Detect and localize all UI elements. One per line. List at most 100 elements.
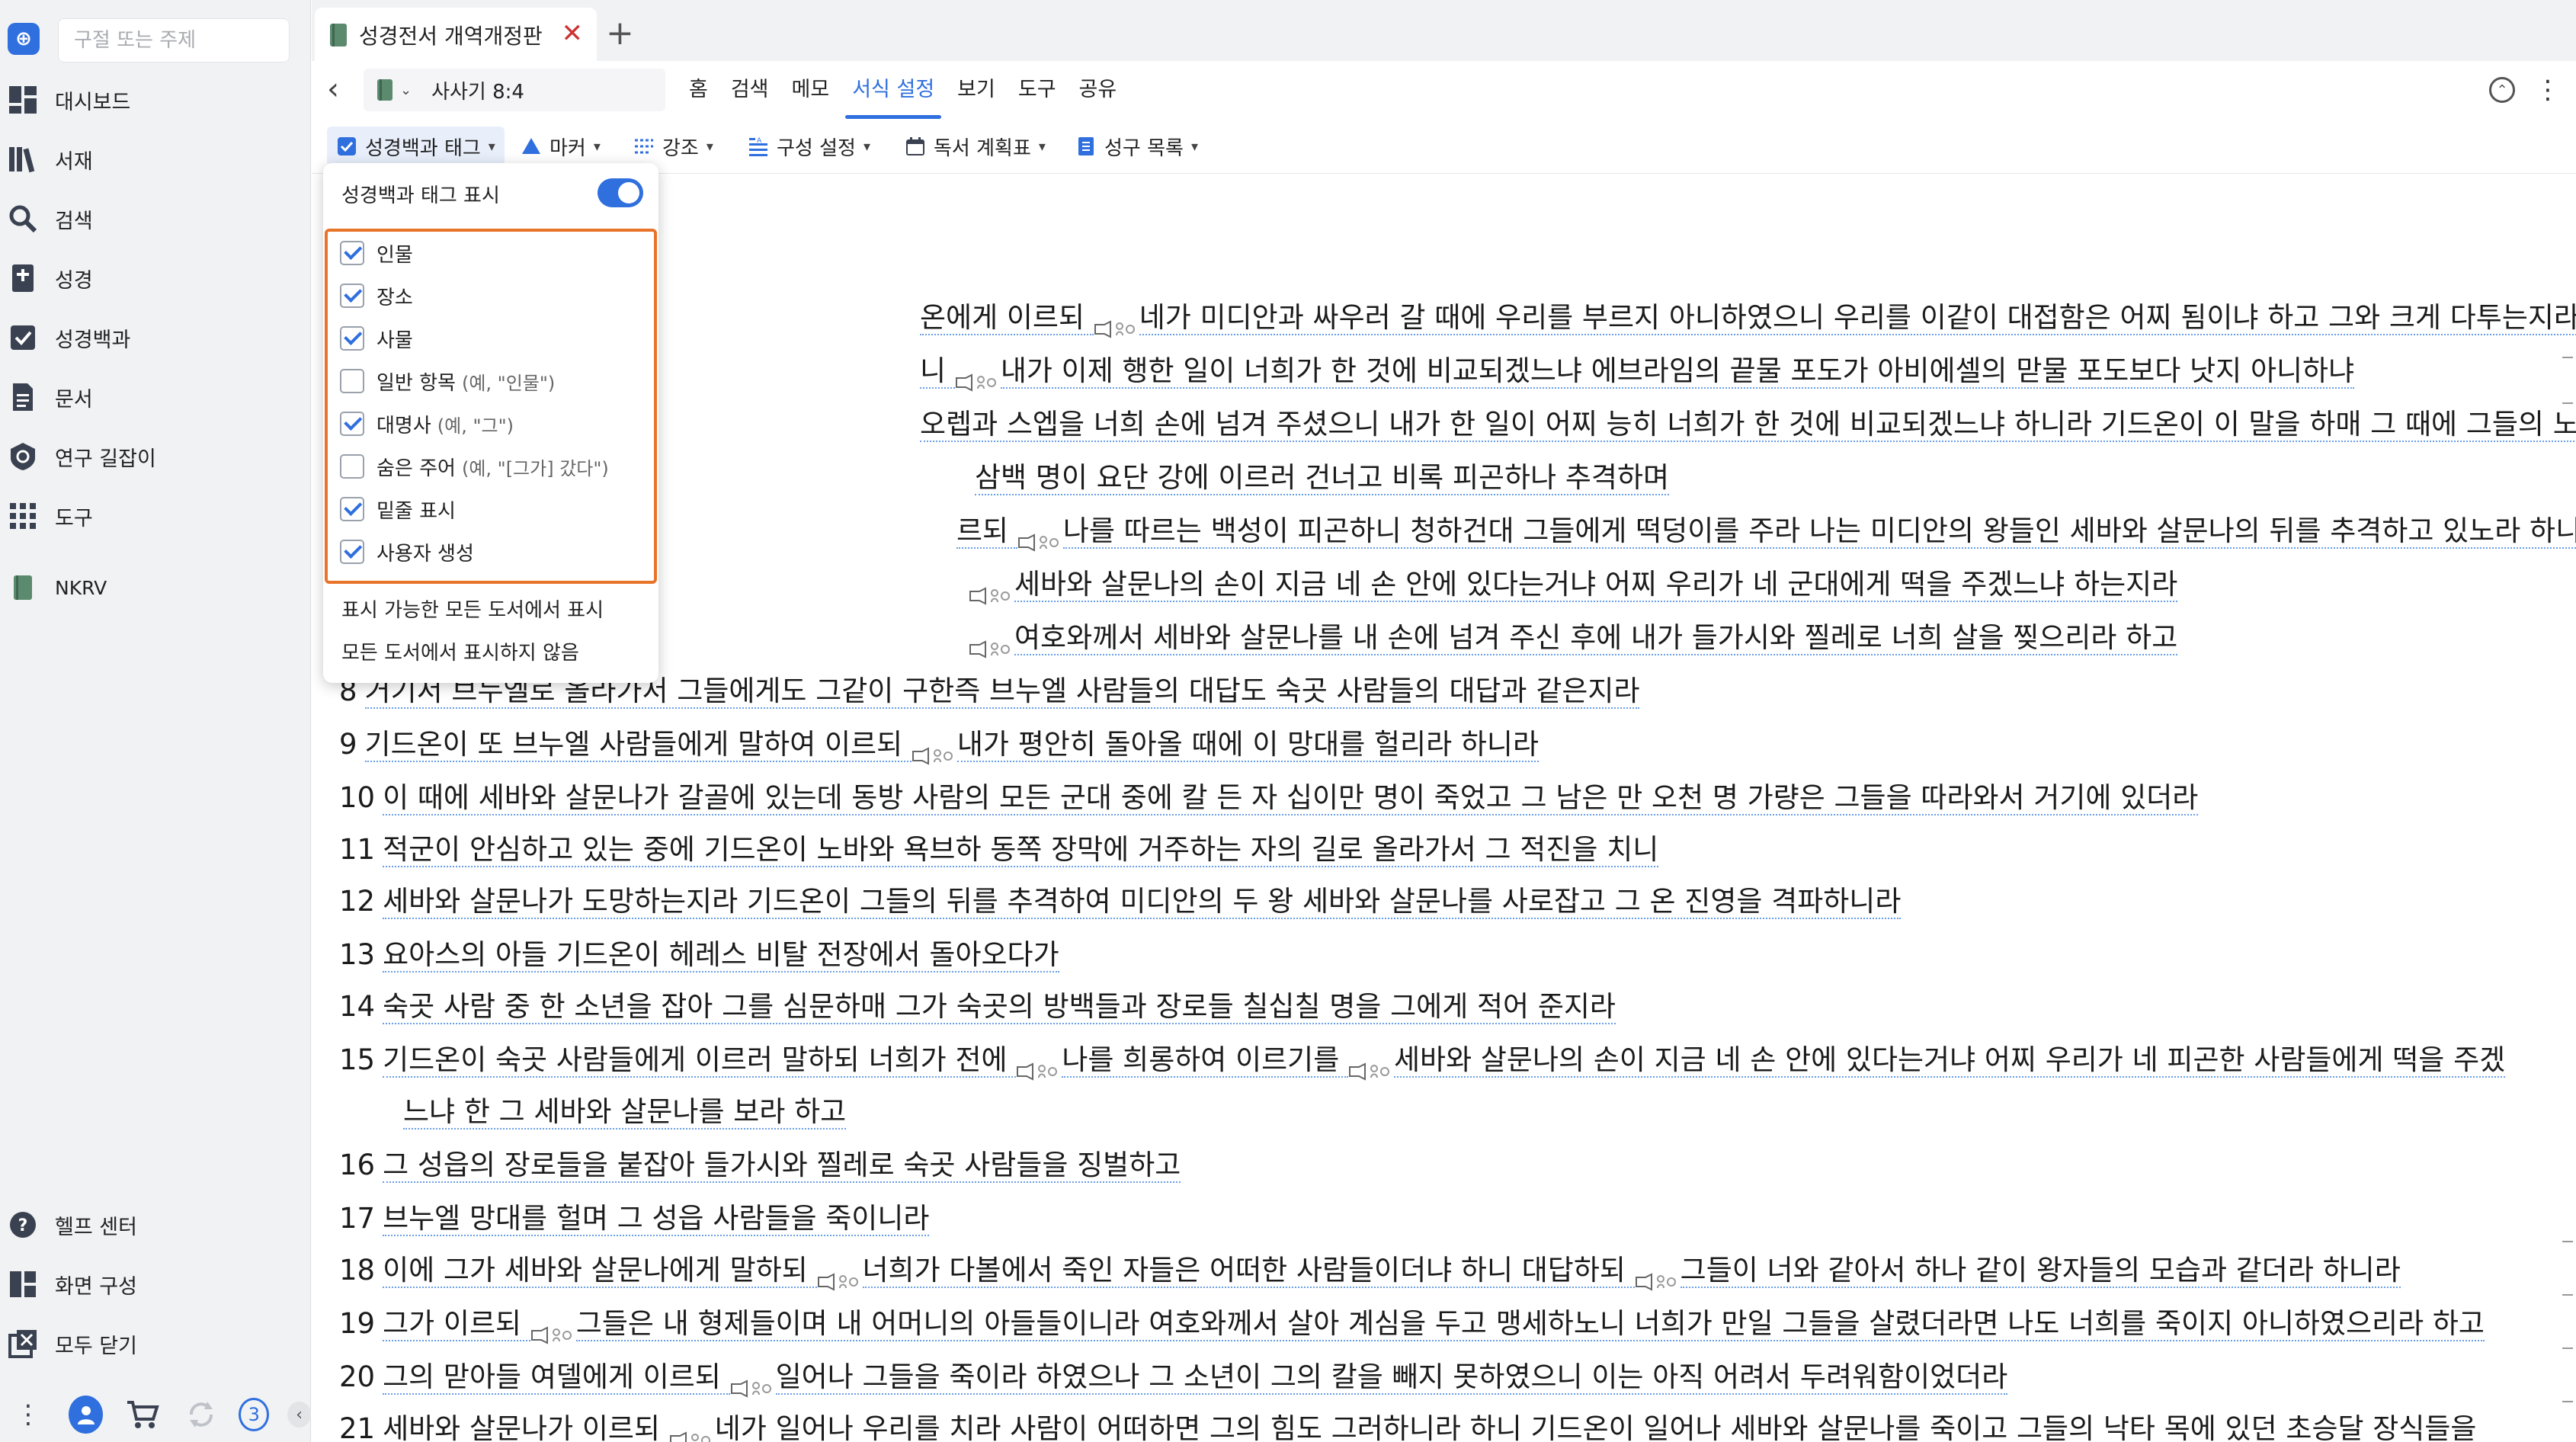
checkbox[interactable] (340, 540, 364, 564)
speaker-voice-icon[interactable] (969, 577, 1013, 605)
tag-option[interactable]: 사물 (340, 320, 413, 357)
sidebar-item-library[interactable]: 서재 (0, 133, 311, 186)
verse-number[interactable]: 15 (339, 1043, 375, 1076)
verse-line[interactable]: 오렙과 스엡을 너희 손에 넘겨 주셨으니 내가 한 일이 어찌 능히 너희가 … (920, 405, 2576, 444)
reference-box[interactable]: ⌄ 사사기 8:4 (364, 69, 665, 111)
checkbox[interactable] (340, 369, 364, 393)
notification-badge[interactable]: 3 (239, 1398, 270, 1431)
menu-tools[interactable]: 도구 (1007, 61, 1068, 119)
scrollbar[interactable] (2555, 174, 2576, 1442)
sidebar-item-bible[interactable]: 성경 (0, 252, 311, 305)
app-logo-icon[interactable]: ⊕ (8, 23, 40, 55)
verse-number[interactable]: 17 (339, 1202, 375, 1235)
verse-line[interactable]: 느냐 한 그 세바와 살문나를 보라 하고 (403, 1093, 847, 1131)
sidebar-item-layout[interactable]: 화면 구성 (0, 1258, 311, 1311)
tag-option[interactable]: 일반 항목 (예, "인물") (340, 363, 555, 399)
menu-notes[interactable]: 메모 (780, 61, 841, 119)
sidebar-item-close-all[interactable]: 모두 닫기 (0, 1317, 311, 1370)
speaker-voice-icon[interactable] (817, 1263, 861, 1291)
verse-line[interactable]: 여호와께서 세바와 살문나를 내 손에 넘겨 주신 후에 내가 들가시와 찔레로… (969, 619, 2178, 659)
menu-share[interactable]: 공유 (1068, 61, 1129, 119)
tab-bible[interactable]: 성경전서 개역개정판 ✕ (315, 8, 597, 62)
verse-number[interactable]: 18 (339, 1254, 375, 1287)
sidebar-item-study-guide[interactable]: 연구 길잡이 (0, 430, 311, 483)
toolbar-layout-settings[interactable]: A 구성 설정 ▾ (739, 127, 879, 166)
new-tab-button[interactable]: + (606, 14, 634, 53)
verse-number[interactable]: 13 (339, 938, 375, 971)
sidebar-item-documents[interactable]: 문서 (0, 370, 311, 424)
show-tags-toggle[interactable] (598, 178, 643, 207)
tag-option[interactable]: 숨은 주어 (예, "[그가] 갔다") (340, 448, 609, 485)
verse-line[interactable]: 20 그의 맏아들 여델에게 이르되 일어나 그들을 죽이라 하였으나 그 소년이… (339, 1358, 2008, 1398)
speaker-voice-icon[interactable] (1016, 1053, 1060, 1081)
tag-option[interactable]: 사용자 생성 (340, 534, 474, 570)
checkbox[interactable] (340, 497, 364, 521)
verse-line[interactable]: 16 그 성읍의 장로들을 붙잡아 들가시와 찔레로 숙곳 사람들을 징벌하고 (339, 1146, 1181, 1184)
search-input[interactable]: 구절 또는 주제 (58, 18, 290, 62)
menu-format-settings[interactable]: 서식 설정 (841, 61, 946, 119)
toolbar-emphasis[interactable]: 강조 ▾ (624, 127, 722, 166)
hide-in-all-books-button[interactable]: 모든 도서에서 표시하지 않음 (341, 637, 579, 665)
speaker-voice-icon[interactable] (955, 364, 999, 392)
verse-line[interactable]: 9 기드온이 또 브누엘 사람들에게 말하여 이르되 내가 평안히 돌아올 때에 … (339, 726, 1540, 765)
verse-number[interactable]: 9 (339, 728, 357, 761)
verse-line[interactable]: 세바와 살문나의 손이 지금 네 손 안에 있다는거냐 어찌 우리가 네 군대에… (969, 566, 2178, 605)
speaker-voice-icon[interactable] (530, 1316, 575, 1344)
verse-line[interactable]: 18 이에 그가 세바와 살문나에게 말하되 너희가 다볼에서 죽인 자들은 어떠… (339, 1251, 2401, 1291)
sidebar-item-tools[interactable]: 도구 (0, 489, 311, 543)
collapse-sidebar-button[interactable]: ‹ (287, 1402, 311, 1428)
show-in-all-books-button[interactable]: 표시 가능한 모든 도서에서 표시 (341, 594, 604, 623)
tag-option[interactable]: 밑줄 표시 (340, 491, 456, 527)
verse-line[interactable]: 13 요아스의 아들 기드온이 헤레스 비탈 전장에서 돌아오다가 (339, 936, 1059, 974)
verse-number[interactable]: 20 (339, 1360, 375, 1393)
tab-close-button[interactable]: ✕ (562, 18, 584, 49)
sidebar-item-search[interactable]: 검색 (0, 192, 311, 245)
sidebar-item-dashboard[interactable]: 대시보드 (0, 73, 311, 127)
verse-number[interactable]: 11 (339, 833, 375, 866)
speaker-voice-icon[interactable] (1017, 524, 1062, 552)
checkbox[interactable] (340, 326, 364, 351)
verse-line[interactable]: 14 숙곳 사람 중 한 소년을 잡아 그를 심문하매 그가 숙곳의 방백들과 장… (339, 988, 1616, 1026)
verse-number[interactable]: 10 (339, 781, 375, 814)
menu-view[interactable]: 보기 (946, 61, 1007, 119)
checkbox[interactable] (340, 454, 364, 479)
verse-line[interactable]: 12 세바와 살문나가 도망하는지라 기드온이 그들의 뒤를 추격하여 미디안의 … (339, 883, 1902, 921)
verse-line[interactable]: 11 적군이 안심하고 있는 중에 기드온이 노바와 욕브하 동쪽 장막에 거주하… (339, 831, 1659, 869)
verse-number[interactable]: 21 (339, 1412, 375, 1442)
sidebar-item-nkrv[interactable]: NKRV (0, 561, 311, 614)
verse-line[interactable]: 10 이 때에 세바와 살문나가 갈골에 있는데 동방 사람의 모든 군대 중에 … (339, 779, 2199, 817)
more-vertical-icon[interactable]: ⋮ (15, 1399, 41, 1430)
verse-line[interactable]: 21 세바와 살문나가 이르되 네가 일어나 우리를 치라 사람이 어떠하면 그의… (339, 1410, 2477, 1442)
more-options-icon[interactable]: ⋮ (2535, 75, 2561, 105)
verse-line[interactable]: 온에게 이르되 네가 미디안과 싸우러 갈 때에 우리를 부르지 아니하였으니 … (920, 299, 2576, 338)
chevron-down-icon[interactable]: ⌄ (400, 82, 412, 98)
verse-line[interactable]: 17 브누엘 망대를 헐며 그 성읍 사람들을 죽이니라 (339, 1200, 930, 1238)
sidebar-item-help-center[interactable]: ? 헬프 센터 (0, 1198, 311, 1251)
verse-line[interactable]: 삼백 명이 요단 강에 이르러 건너고 비록 피곤하나 추격하며 (975, 459, 1670, 497)
sync-icon[interactable] (185, 1399, 217, 1431)
verse-number[interactable]: 14 (339, 990, 375, 1023)
reference-input[interactable]: 사사기 8:4 (431, 76, 524, 104)
speaker-voice-icon[interactable] (730, 1370, 774, 1398)
tag-option[interactable]: 장소 (340, 277, 413, 314)
collapse-up-icon[interactable]: ⌃ (2489, 77, 2515, 103)
toolbar-verse-list[interactable]: 성구 목록 ▾ (1066, 127, 1207, 166)
account-icon[interactable] (69, 1396, 104, 1434)
verse-number[interactable]: 12 (339, 885, 375, 918)
speaker-voice-icon[interactable] (1348, 1053, 1392, 1081)
tag-option[interactable]: 대명사 (예, "그") (340, 405, 514, 442)
toolbar-encyclopedia-tags[interactable]: 성경백과 태그 ▾ (327, 127, 505, 166)
speaker-voice-icon[interactable] (912, 737, 956, 765)
toolbar-marker[interactable]: 마커 ▾ (511, 127, 610, 166)
speaker-voice-icon[interactable] (1635, 1263, 1679, 1291)
checkbox[interactable] (340, 412, 364, 436)
menu-search[interactable]: 검색 (719, 61, 780, 119)
speaker-voice-icon[interactable] (669, 1421, 713, 1442)
verse-line[interactable]: 르되 나를 따르는 백성이 피곤하니 청하건대 그들에게 떡덩이를 주라 나는 … (956, 512, 2576, 552)
checkbox[interactable] (340, 241, 364, 265)
verse-line[interactable]: 니 내가 이제 행한 일이 너희가 한 것에 비교되겠느냐 에브라임의 끝물 포… (920, 352, 2355, 392)
checkbox[interactable] (340, 284, 364, 308)
verse-line[interactable]: 15 기드온이 숙곳 사람들에게 이르러 말하되 너희가 전에 나를 희롱하여 이… (339, 1041, 2506, 1081)
verse-number[interactable]: 19 (339, 1307, 375, 1340)
toolbar-reading-plan[interactable]: 독서 계획표 ▾ (896, 127, 1055, 166)
